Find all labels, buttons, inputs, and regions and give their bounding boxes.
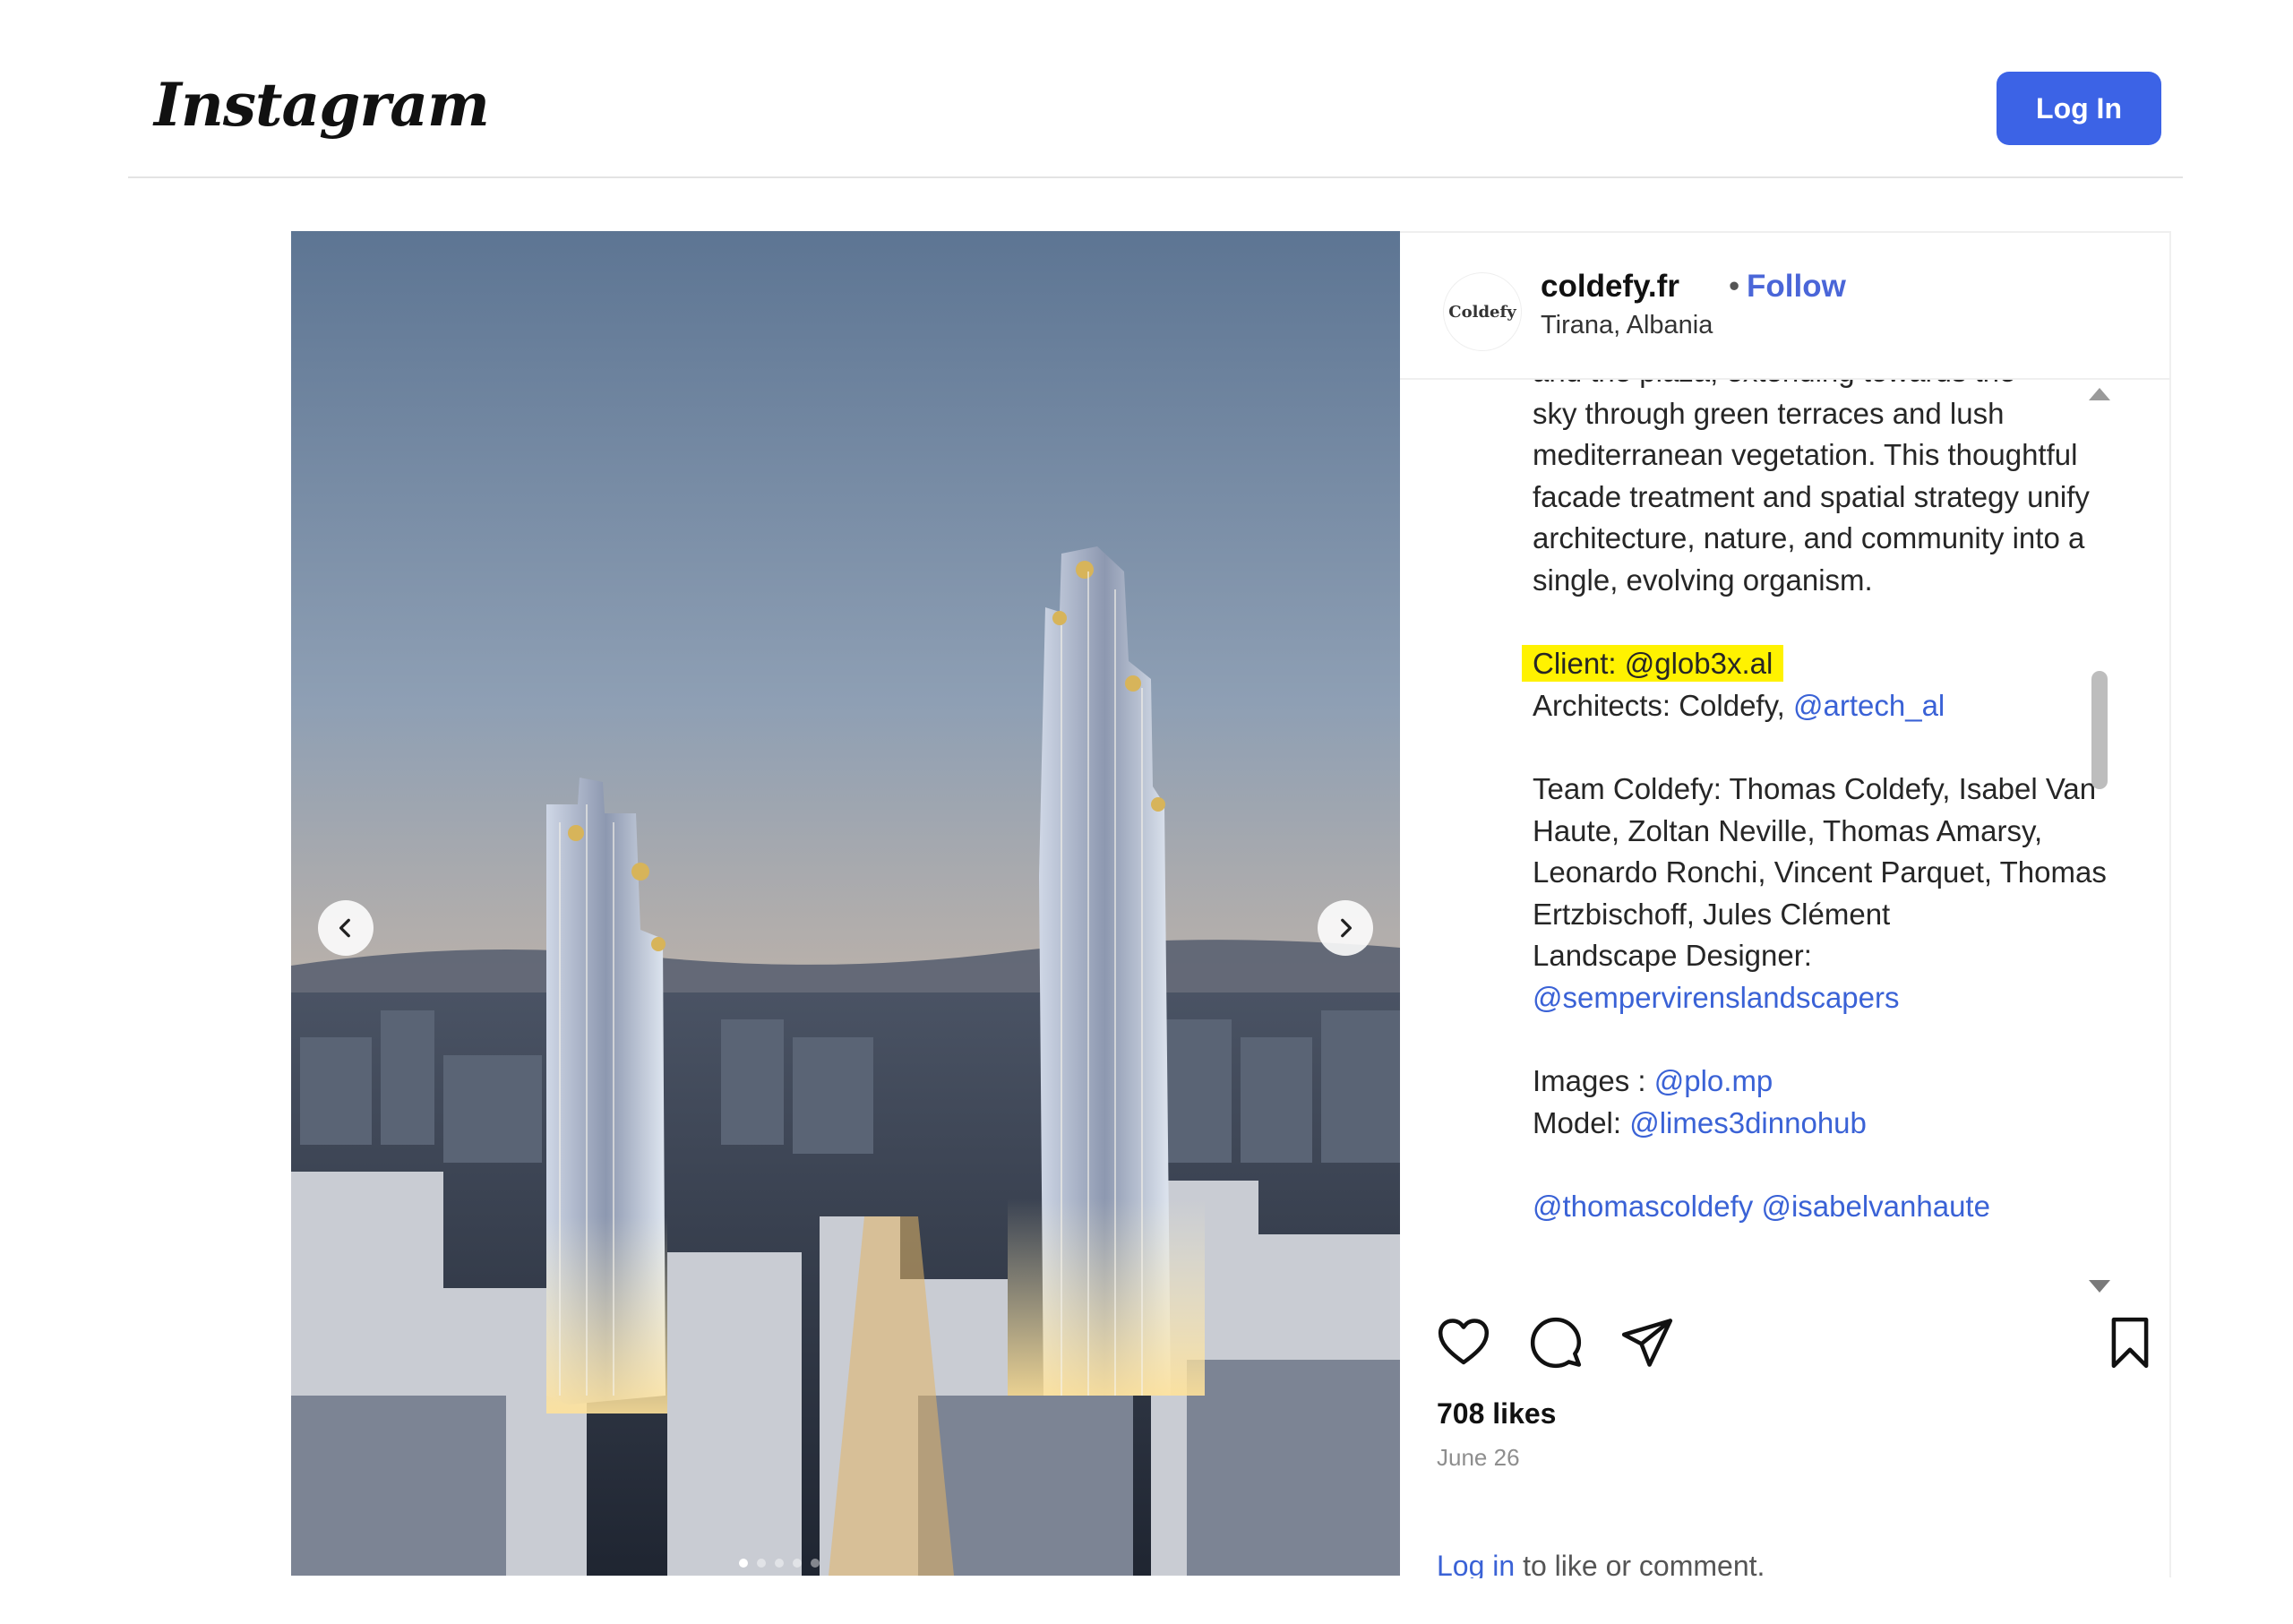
tagged-users-links[interactable]: @thomascoldefy @isabelvanhaute [1533,1190,1990,1223]
images-handle-link[interactable]: @plo.mp [1654,1064,1773,1097]
carousel-dot [757,1559,766,1568]
team-credits: Team Coldefy: Thomas Coldefy, Isabel Van… [1533,772,2107,931]
login-button[interactable]: Log In [1997,72,2161,145]
caption-paragraph: sky through green terraces and lush medi… [1533,396,2090,597]
landscape-label: Landscape Designer: [1533,939,1812,972]
caption-scroll-area[interactable]: and the plaza, extending towards the sky… [1400,380,2169,1293]
images-line: Images : @plo.mp [1533,1064,1773,1097]
post-sidebar: Coldefy coldefy.fr • Follow Tirana, Alba… [1400,231,2171,1578]
carousel-dot [775,1559,784,1568]
landscape-handle-link[interactable]: @sempervirenslandscapers [1533,981,1900,1014]
post-location[interactable]: Tirana, Albania [1541,311,1713,340]
next-image-button[interactable] [1318,900,1373,956]
comment-icon[interactable] [1528,1315,1584,1371]
scroll-up-arrow[interactable] [2089,388,2110,400]
model-line: Model: @limes3dinnohub [1533,1105,1867,1139]
post-card: Coldefy coldefy.fr • Follow Tirana, Alba… [291,231,2171,1578]
previous-image-button[interactable] [318,900,374,956]
city-towers-render [291,231,1400,1576]
scroll-down-arrow[interactable] [2089,1280,2110,1293]
follow-button[interactable]: Follow [1747,269,1846,305]
architects-line: Architects: Coldefy, @artech_al [1533,688,1945,722]
highlighted-client: Client: @glob3x.al [1522,645,1784,682]
scrollbar-thumb[interactable] [2091,671,2108,789]
client-line: Client: @glob3x.al [1522,643,2124,685]
model-handle-link[interactable]: @limes3dinnohub [1629,1106,1867,1139]
bookmark-icon[interactable] [2102,1315,2158,1371]
carousel-dot [739,1559,748,1568]
share-icon[interactable] [1619,1315,1675,1371]
login-link[interactable]: Log in [1437,1550,1515,1578]
carousel-dot [811,1559,820,1568]
caption-partial-line: and the plaza, extending towards the [1533,380,2124,393]
header-divider [128,176,2183,178]
post-caption: and the plaza, extending towards the sky… [1522,380,2124,1228]
carousel-dot [793,1559,802,1568]
top-header: Instagram Log In [0,0,2293,178]
separator-dot: • [1729,269,1740,304]
carousel-dots [739,1559,820,1568]
chevron-left-icon [339,918,350,938]
login-to-comment: Log in to like or comment. [1437,1546,1765,1578]
heart-icon[interactable] [1436,1315,1491,1371]
author-avatar[interactable]: Coldefy [1443,272,1522,351]
likes-count[interactable]: 708 likes [1437,1397,1556,1431]
author-username[interactable]: coldefy.fr [1541,269,1679,305]
chevron-right-icon [1341,918,1353,938]
instagram-logo[interactable]: Instagram [154,70,490,140]
post-image[interactable] [291,231,1400,1576]
client-handle-link[interactable]: @glob3x.al [1625,647,1773,680]
post-date[interactable]: June 26 [1437,1444,1520,1472]
post-actions: 708 likes June 26 Log in to like or comm… [1400,1293,2169,1578]
architects-handle-link[interactable]: @artech_al [1793,689,1945,722]
